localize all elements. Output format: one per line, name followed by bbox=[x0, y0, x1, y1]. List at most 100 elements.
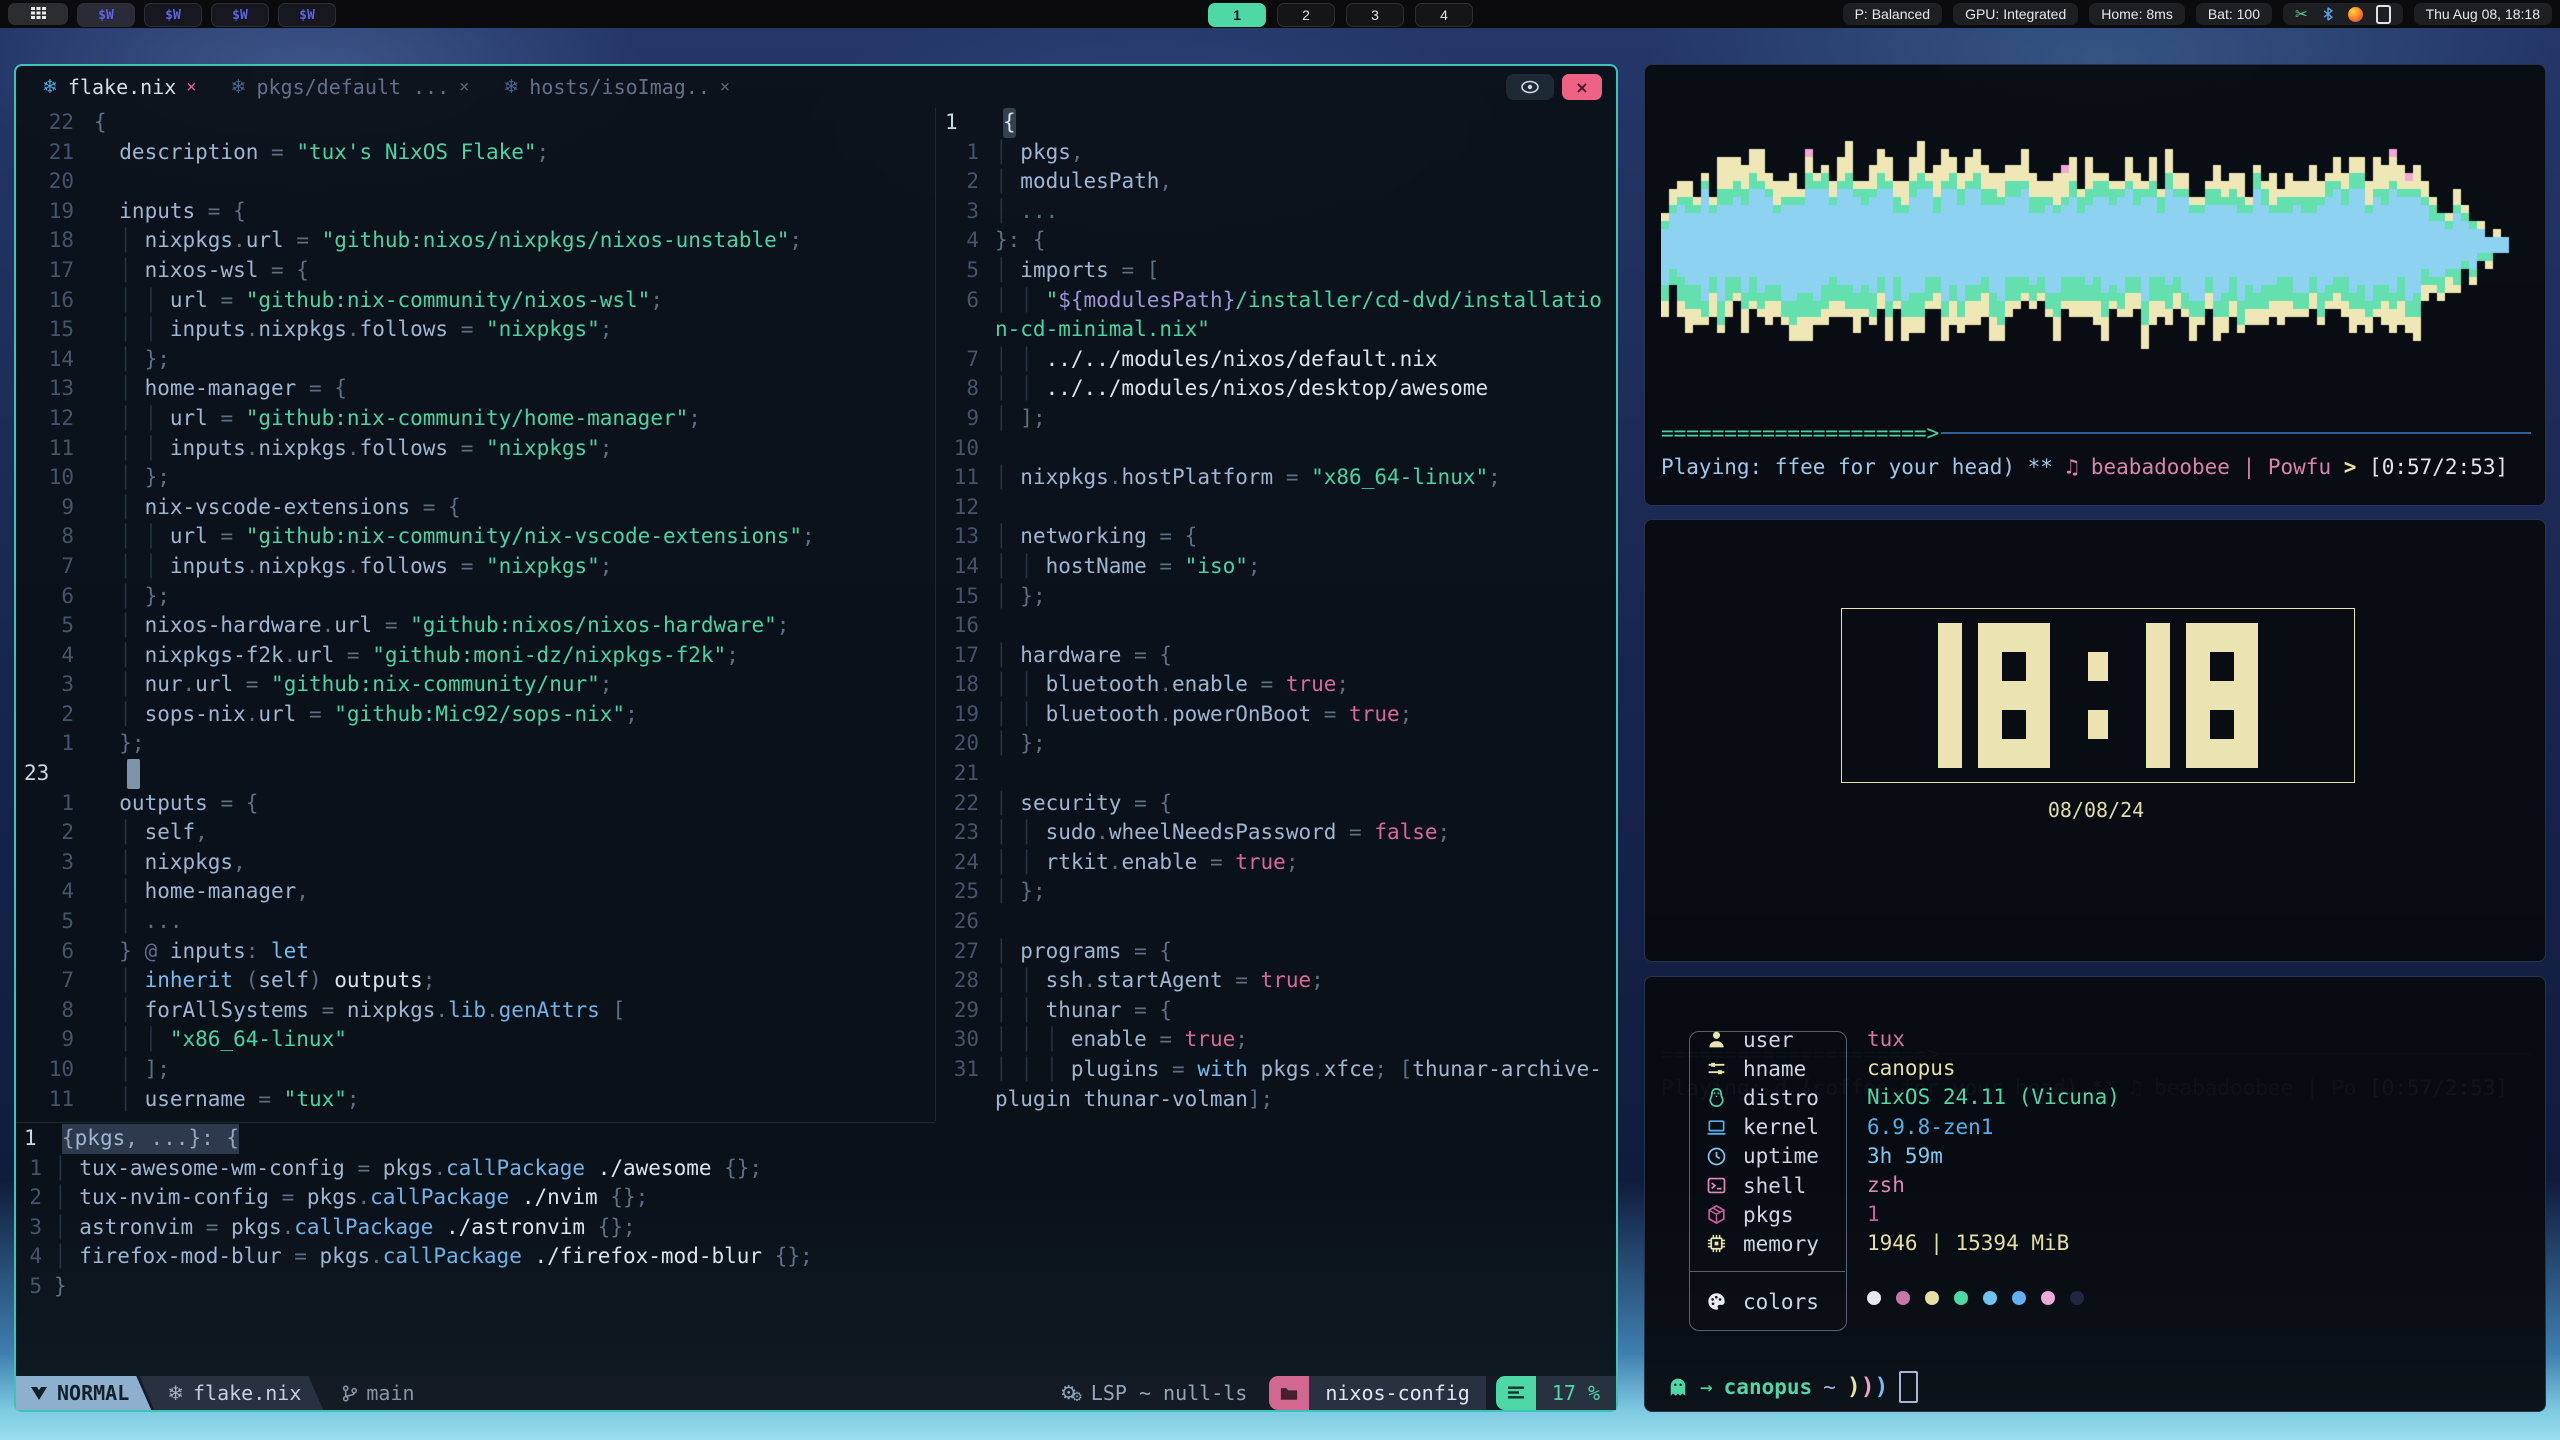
code-line[interactable]: 13│ networking = { bbox=[937, 522, 1616, 552]
code-line[interactable]: 17 │ nixos-wsl = { bbox=[16, 256, 934, 286]
pane-separator-horizontal[interactable] bbox=[16, 1122, 935, 1123]
clock-window[interactable]: 08/08/24 =====================> Playing:… bbox=[1644, 519, 2546, 962]
code-line[interactable]: 6 } @ inputs: let bbox=[16, 937, 934, 967]
pane-separator-vertical[interactable] bbox=[935, 108, 936, 1121]
code-line[interactable]: 31│ │ │ plugins = with pkgs.xfce; [thuna… bbox=[937, 1055, 1616, 1085]
bluetooth-icon[interactable] bbox=[2321, 5, 2335, 23]
tab-close-icon[interactable]: × bbox=[186, 77, 196, 97]
close-window-button[interactable]: × bbox=[1562, 74, 1602, 100]
code-line[interactable]: 1│ pkgs, bbox=[937, 138, 1616, 168]
code-line[interactable]: 16 bbox=[937, 611, 1616, 641]
code-line[interactable]: 21 description = "tux's NixOS Flake"; bbox=[16, 138, 934, 168]
code-line[interactable]: 5 │ nixos-hardware.url = "github:nixos/n… bbox=[16, 611, 934, 641]
code-line[interactable]: 2 │ self, bbox=[16, 818, 934, 848]
code-line[interactable]: 3 │ nur.url = "github:nix-community/nur"… bbox=[16, 670, 934, 700]
code-line[interactable]: 10 bbox=[937, 434, 1616, 464]
code-line[interactable]: 28│ │ ssh.startAgent = true; bbox=[937, 966, 1616, 996]
code-line[interactable]: 23 bbox=[16, 759, 934, 789]
sw-logo-icon[interactable]: $W bbox=[211, 3, 269, 27]
code-pane-left[interactable]: 22{21 description = "tux's NixOS Flake";… bbox=[16, 108, 934, 1121]
code-line[interactable]: 7 │ │ inputs.nixpkgs.follows = "nixpkgs"… bbox=[16, 552, 934, 582]
code-line[interactable]: 8│ │ ../../modules/nixos/desktop/awesome bbox=[937, 374, 1616, 404]
code-line[interactable]: 27│ programs = { bbox=[937, 937, 1616, 967]
code-line[interactable]: 1 outputs = { bbox=[16, 789, 934, 819]
code-line[interactable]: 18 │ nixpkgs.url = "github:nixos/nixpkgs… bbox=[16, 226, 934, 256]
workspace-tag-3[interactable]: 3 bbox=[1346, 3, 1404, 27]
code-line[interactable]: 3│ astronvim = pkgs.callPackage ./astron… bbox=[16, 1213, 934, 1243]
code-line[interactable]: 2 │ sops-nix.url = "github:Mic92/sops-ni… bbox=[16, 700, 934, 730]
code-line[interactable]: 5} bbox=[16, 1272, 934, 1302]
code-line[interactable]: 19 inputs = { bbox=[16, 197, 934, 227]
code-pane-bottom[interactable]: 1{pkgs, ...}: {1│ tux-awesome-wm-config … bbox=[16, 1124, 934, 1376]
code-line[interactable]: 11 │ username = "tux"; bbox=[16, 1085, 934, 1115]
code-line[interactable]: 16 │ │ url = "github:nix-community/nixos… bbox=[16, 286, 934, 316]
editor-tab[interactable]: ❄pkgs/default ...× bbox=[231, 75, 470, 99]
code-line[interactable]: 9 │ │ "x86_64-linux" bbox=[16, 1025, 934, 1055]
code-line[interactable]: 8 │ forAllSystems = nixpkgs.lib.genAttrs… bbox=[16, 996, 934, 1026]
code-line[interactable]: 22{ bbox=[16, 108, 934, 138]
workspace-tag-2[interactable]: 2 bbox=[1277, 3, 1335, 27]
tab-close-icon[interactable]: × bbox=[720, 77, 730, 97]
code-line[interactable]: 4 │ home-manager, bbox=[16, 877, 934, 907]
code-line[interactable]: 4│ firefox-mod-blur = pkgs.callPackage .… bbox=[16, 1242, 934, 1272]
code-line[interactable]: 8 │ │ url = "github:nix-community/nix-vs… bbox=[16, 522, 934, 552]
code-line[interactable]: 4}: { bbox=[937, 226, 1616, 256]
scissors-icon[interactable]: ✂ bbox=[2295, 5, 2308, 23]
code-line[interactable]: 9│ ]; bbox=[937, 404, 1616, 434]
code-line[interactable]: 22│ security = { bbox=[937, 789, 1616, 819]
code-line[interactable]: 1│ tux-awesome-wm-config = pkgs.callPack… bbox=[16, 1154, 934, 1184]
code-line[interactable]: 24│ │ rtkit.enable = true; bbox=[937, 848, 1616, 878]
code-line[interactable]: 6│ │ "${modulesPath}/installer/cd-dvd/in… bbox=[937, 286, 1616, 316]
code-pane-right[interactable]: 1{1│ pkgs,2│ modulesPath,3│ ...4}: {5│ i… bbox=[937, 108, 1616, 1121]
code-line[interactable]: n-cd-minimal.nix" bbox=[937, 315, 1616, 345]
workspace-tag-4[interactable]: 4 bbox=[1415, 3, 1473, 27]
sw-logo-icon[interactable]: $W bbox=[144, 3, 202, 27]
code-line[interactable]: 14 │ }; bbox=[16, 345, 934, 375]
code-line[interactable]: 20 bbox=[16, 167, 934, 197]
code-line[interactable]: plugin thunar-volman]; bbox=[937, 1085, 1616, 1115]
apps-grid-icon[interactable] bbox=[8, 3, 68, 25]
code-line[interactable]: 14│ │ hostName = "iso"; bbox=[937, 552, 1616, 582]
firefox-icon[interactable] bbox=[2348, 7, 2363, 22]
code-line[interactable]: 10 │ }; bbox=[16, 463, 934, 493]
neovim-window[interactable]: ❄flake.nix× ❄pkgs/default ...× ❄hosts/isoI… bbox=[14, 64, 1618, 1412]
code-line[interactable]: 13 │ home-manager = { bbox=[16, 374, 934, 404]
code-line[interactable]: 5 │ ... bbox=[16, 907, 934, 937]
code-line[interactable]: 2│ modulesPath, bbox=[937, 167, 1616, 197]
code-line[interactable]: 7 │ inherit (self) outputs; bbox=[16, 966, 934, 996]
sw-logo-icon[interactable]: $W bbox=[77, 3, 135, 27]
code-line[interactable]: 11 │ │ inputs.nixpkgs.follows = "nixpkgs… bbox=[16, 434, 934, 464]
code-line[interactable]: 20│ }; bbox=[937, 729, 1616, 759]
shell-prompt[interactable]: → canopus ~ ))) bbox=[1667, 1371, 1918, 1403]
editor-tab[interactable]: ❄flake.nix× bbox=[42, 75, 197, 99]
code-line[interactable]: 1{pkgs, ...}: { bbox=[16, 1124, 934, 1154]
code-line[interactable]: 4 │ nixpkgs-f2k.url = "github:moni-dz/ni… bbox=[16, 641, 934, 671]
phone-icon[interactable] bbox=[2376, 5, 2391, 24]
project-chip[interactable]: nixos-config bbox=[1309, 1376, 1486, 1410]
system-tray[interactable]: ✂ bbox=[2283, 3, 2403, 25]
code-line[interactable]: 11│ nixpkgs.hostPlatform = "x86_64-linux… bbox=[937, 463, 1616, 493]
file-segment[interactable]: ❄ flake.nix bbox=[139, 1376, 323, 1410]
code-line[interactable]: 12 │ │ url = "github:nix-community/home-… bbox=[16, 404, 934, 434]
fetch-terminal-window[interactable]: usertuxhnamecanopusdistroNixOS 24.11 (Vi… bbox=[1644, 976, 2546, 1412]
code-line[interactable]: 1{ bbox=[937, 108, 1616, 138]
code-line[interactable]: 19│ │ bluetooth.powerOnBoot = true; bbox=[937, 700, 1616, 730]
code-line[interactable]: 15│ }; bbox=[937, 582, 1616, 612]
code-line[interactable]: 9 │ nix-vscode-extensions = { bbox=[16, 493, 934, 523]
code-line[interactable]: 1 }; bbox=[16, 729, 934, 759]
code-line[interactable]: 7│ │ ../../modules/nixos/default.nix bbox=[937, 345, 1616, 375]
code-line[interactable]: 26 bbox=[937, 907, 1616, 937]
code-line[interactable]: 23│ │ sudo.wheelNeedsPassword = false; bbox=[937, 818, 1616, 848]
code-line[interactable]: 21 bbox=[937, 759, 1616, 789]
code-line[interactable]: 10 │ ]; bbox=[16, 1055, 934, 1085]
branch-segment[interactable]: main bbox=[323, 1376, 436, 1410]
code-line[interactable]: 6 │ }; bbox=[16, 582, 934, 612]
tab-close-icon[interactable]: × bbox=[459, 77, 469, 97]
sw-logo-icon[interactable]: $W bbox=[278, 3, 336, 27]
workspace-tag-1[interactable]: 1 bbox=[1208, 3, 1266, 27]
code-line[interactable]: 3│ ... bbox=[937, 197, 1616, 227]
visualizer-window[interactable]: =====================> Playing: ffee for… bbox=[1644, 64, 2546, 506]
editor-tab[interactable]: ❄hosts/isoImag..× bbox=[503, 75, 730, 99]
code-line[interactable]: 25│ }; bbox=[937, 877, 1616, 907]
code-line[interactable]: 29│ │ thunar = { bbox=[937, 996, 1616, 1026]
